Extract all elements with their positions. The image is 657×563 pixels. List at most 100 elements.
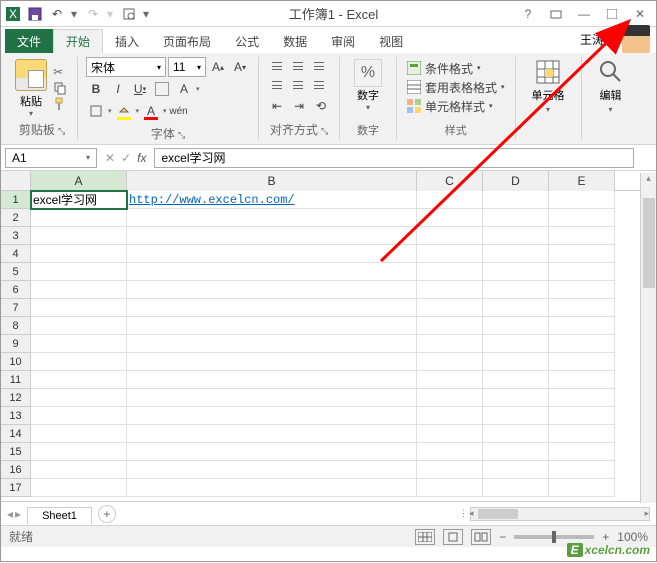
cell-d1[interactable] [483, 191, 549, 209]
cell-a2[interactable] [31, 209, 127, 227]
format-painter-icon[interactable] [53, 97, 69, 111]
row-header[interactable]: 4 [1, 245, 31, 263]
tab-view[interactable]: 视图 [367, 29, 415, 53]
cell-c2[interactable] [417, 209, 483, 227]
zoom-slider[interactable] [514, 535, 594, 539]
cell-d9[interactable] [483, 335, 549, 353]
fx-icon[interactable]: fx [137, 151, 146, 165]
cell-b17[interactable] [127, 479, 417, 497]
cell-e16[interactable] [549, 461, 615, 479]
horizontal-scrollbar[interactable]: ⋮ ◂ ▸ [470, 507, 650, 521]
row-header[interactable]: 7 [1, 299, 31, 317]
cell-e12[interactable] [549, 389, 615, 407]
cell-d17[interactable] [483, 479, 549, 497]
table-format-button[interactable]: 套用表格格式 ▾ [407, 78, 505, 96]
cell-d16[interactable] [483, 461, 549, 479]
tab-formulas[interactable]: 公式 [223, 29, 271, 53]
cell-b11[interactable] [127, 371, 417, 389]
tab-home[interactable]: 开始 [53, 29, 103, 53]
cell-b10[interactable] [127, 353, 417, 371]
redo-icon[interactable]: ↷ [85, 6, 101, 22]
cell-a13[interactable] [31, 407, 127, 425]
col-header-a[interactable]: A [31, 171, 127, 191]
cell-b15[interactable] [127, 443, 417, 461]
cell-e4[interactable] [549, 245, 615, 263]
tab-page-layout[interactable]: 页面布局 [151, 29, 223, 53]
cell-e6[interactable] [549, 281, 615, 299]
redo-dropdown-icon[interactable]: ▾ [107, 7, 115, 21]
row-header[interactable]: 5 [1, 263, 31, 281]
row-header[interactable]: 8 [1, 317, 31, 335]
zoom-out-icon[interactable]: − [499, 530, 506, 544]
cell-c10[interactable] [417, 353, 483, 371]
page-layout-view-icon[interactable] [443, 529, 463, 545]
save-icon[interactable] [27, 6, 43, 22]
align-bottom-icon[interactable] [309, 57, 329, 75]
cell-b4[interactable] [127, 245, 417, 263]
cell-c16[interactable] [417, 461, 483, 479]
cell-c14[interactable] [417, 425, 483, 443]
tab-insert[interactable]: 插入 [103, 29, 151, 53]
cell-c3[interactable] [417, 227, 483, 245]
sheet-tab-1[interactable]: Sheet1 [27, 507, 92, 524]
cell-a9[interactable] [31, 335, 127, 353]
undo-icon[interactable]: ↶ [49, 6, 65, 22]
copy-icon[interactable] [53, 81, 69, 95]
cell-d10[interactable] [483, 353, 549, 371]
enter-formula-icon[interactable]: ✓ [121, 151, 131, 165]
row-header[interactable]: 12 [1, 389, 31, 407]
row-header[interactable]: 16 [1, 461, 31, 479]
cell-a15[interactable] [31, 443, 127, 461]
align-top-icon[interactable] [267, 57, 287, 75]
close-icon[interactable]: ✕ [628, 4, 652, 24]
vertical-scrollbar[interactable]: ▴ [640, 173, 656, 503]
col-header-e[interactable]: E [549, 171, 615, 191]
cell-b5[interactable] [127, 263, 417, 281]
cell-d15[interactable] [483, 443, 549, 461]
row-header[interactable]: 17 [1, 479, 31, 497]
col-header-b[interactable]: B [127, 171, 417, 191]
select-all-corner[interactable] [1, 171, 31, 191]
minimize-icon[interactable]: — [572, 4, 596, 24]
tab-file[interactable]: 文件 [5, 29, 53, 53]
hscroll-thumb[interactable] [478, 509, 518, 519]
cell-e11[interactable] [549, 371, 615, 389]
cell-a16[interactable] [31, 461, 127, 479]
cell-e2[interactable] [549, 209, 615, 227]
cell-e15[interactable] [549, 443, 615, 461]
ribbon-display-icon[interactable] [544, 4, 568, 24]
italic-button[interactable]: I [108, 79, 128, 99]
cell-b6[interactable] [127, 281, 417, 299]
cell-c8[interactable] [417, 317, 483, 335]
cell-e5[interactable] [549, 263, 615, 281]
cell-b14[interactable] [127, 425, 417, 443]
paste-dropdown-icon[interactable]: ▾ [29, 109, 33, 118]
cancel-formula-icon[interactable]: ✕ [105, 151, 115, 165]
qat-customize-icon[interactable]: ▾ [143, 7, 151, 21]
cell-d13[interactable] [483, 407, 549, 425]
zoom-level[interactable]: 100% [617, 530, 648, 544]
tab-data[interactable]: 数据 [271, 29, 319, 53]
cell-d5[interactable] [483, 263, 549, 281]
decrease-font-icon[interactable]: A▾ [230, 57, 250, 77]
tab-review[interactable]: 审阅 [319, 29, 367, 53]
cell-a17[interactable] [31, 479, 127, 497]
orientation-icon[interactable]: ⟲ [311, 96, 331, 116]
vscroll-thumb[interactable] [643, 198, 655, 288]
cell-e13[interactable] [549, 407, 615, 425]
cell-a10[interactable] [31, 353, 127, 371]
cell-c13[interactable] [417, 407, 483, 425]
align-center-icon[interactable] [288, 76, 308, 94]
increase-indent-icon[interactable]: ⇥ [289, 96, 309, 116]
decrease-indent-icon[interactable]: ⇤ [267, 96, 287, 116]
cell-b7[interactable] [127, 299, 417, 317]
phonetic-guide-icon[interactable]: wén [169, 101, 189, 121]
cell-c7[interactable] [417, 299, 483, 317]
cell-d11[interactable] [483, 371, 549, 389]
number-format-button[interactable]: % 数字 ▾ [348, 57, 388, 114]
row-header[interactable]: 1 [1, 191, 31, 209]
row-header[interactable]: 11 [1, 371, 31, 389]
cell-b8[interactable] [127, 317, 417, 335]
border-dropdown-icon[interactable] [86, 101, 106, 121]
cell-b1[interactable]: http://www.excelcn.com/ [127, 191, 417, 209]
